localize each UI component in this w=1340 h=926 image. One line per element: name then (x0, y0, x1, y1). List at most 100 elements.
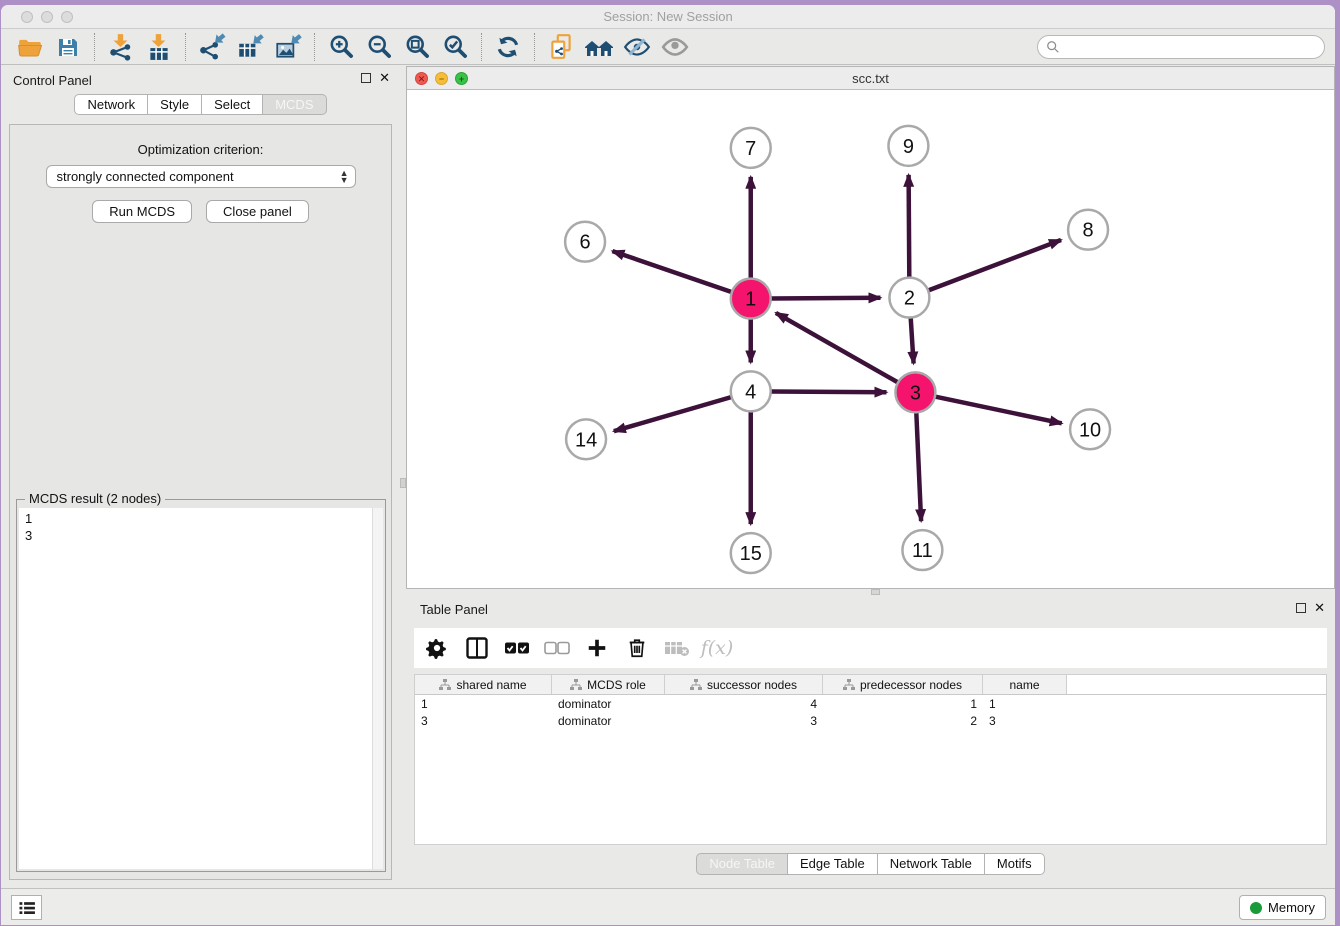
criterion-value: strongly connected component (57, 169, 340, 184)
dropdown-stepper-icon: ▲▼ (340, 170, 349, 184)
tab-style[interactable]: Style (148, 94, 202, 115)
search-field[interactable] (1037, 35, 1325, 59)
close-table-panel-icon[interactable]: ✕ (1314, 603, 1325, 613)
app-window: Session: New Session (1, 5, 1335, 925)
task-history-button[interactable] (11, 895, 42, 920)
mcds-result-text: 1 3 (25, 510, 32, 544)
settings-gear-icon[interactable] (424, 635, 450, 661)
graph-node-label-3: 3 (910, 382, 921, 404)
graph-edge-4-14[interactable] (614, 397, 732, 431)
column-label: predecessor nodes (860, 678, 962, 692)
show-view-icon[interactable] (659, 32, 691, 62)
graph-node-label-2: 2 (904, 288, 915, 310)
graph-node-label-10: 10 (1079, 419, 1101, 441)
tab-node-table[interactable]: Node Table (696, 853, 788, 875)
delete-table-icon[interactable] (664, 635, 690, 661)
home-icon[interactable] (583, 32, 615, 62)
attribute-icon (570, 679, 582, 691)
attribute-icon (439, 679, 451, 691)
column-header-successor-nodes[interactable]: successor nodes (665, 675, 823, 694)
tab-mcds[interactable]: MCDS (263, 94, 326, 115)
graph-edge-2-3[interactable] (911, 318, 914, 364)
toolbar-separator (314, 33, 315, 61)
mcds-result-area[interactable]: 1 3 (19, 508, 383, 869)
table-header-row: shared name MCDS role successor nodes (415, 675, 1326, 695)
column-label: name (1009, 678, 1039, 692)
toolbar-separator (185, 33, 186, 61)
run-mcds-button[interactable]: Run MCDS (92, 200, 192, 223)
refresh-icon[interactable] (492, 32, 524, 62)
search-input[interactable] (1060, 38, 1324, 56)
graph-node-label-1: 1 (745, 289, 756, 311)
column-label: successor nodes (707, 678, 797, 692)
graph-node-label-7: 7 (745, 138, 756, 160)
graph-edge-4-3[interactable] (771, 392, 887, 393)
deselect-all-icon[interactable] (544, 635, 570, 661)
function-builder-icon[interactable]: f(x) (704, 635, 730, 661)
delete-column-icon[interactable] (624, 635, 650, 661)
export-table-icon[interactable] (234, 32, 266, 62)
cell-predecessor-nodes: 1 (823, 697, 983, 711)
network-canvas[interactable]: 7968124314101511 (407, 90, 1334, 588)
graph-node-label-8: 8 (1083, 220, 1094, 242)
zoom-selected-icon[interactable] (439, 32, 471, 62)
tab-network-table[interactable]: Network Table (878, 853, 985, 875)
graph-node-label-4: 4 (745, 381, 756, 403)
node-table[interactable]: shared name MCDS role successor nodes (414, 674, 1327, 845)
float-table-panel-icon[interactable] (1296, 603, 1306, 613)
criterion-dropdown[interactable]: strongly connected component ▲▼ (46, 165, 356, 188)
memory-label: Memory (1268, 900, 1315, 915)
canvas-resize-handle[interactable] (871, 589, 880, 595)
columns-icon[interactable] (464, 635, 490, 661)
graph-edge-3-11[interactable] (916, 412, 921, 521)
graph-edge-2-8[interactable] (928, 240, 1061, 290)
hide-view-icon[interactable] (621, 32, 653, 62)
table-tabs: Node Table Edge Table Network Table Moti… (406, 853, 1335, 875)
graph-edge-3-1[interactable] (776, 313, 898, 383)
close-panel-button[interactable]: Close panel (206, 200, 309, 223)
column-header-predecessor-nodes[interactable]: predecessor nodes (823, 675, 983, 694)
export-network-icon[interactable] (196, 32, 228, 62)
graph-edge-1-2[interactable] (771, 298, 881, 299)
network-canvas-svg: 7968124314101511 (407, 90, 1334, 588)
float-panel-icon[interactable] (361, 73, 371, 83)
clone-network-icon[interactable] (545, 32, 577, 62)
open-folder-icon[interactable] (14, 32, 46, 62)
toolbar-separator (534, 33, 535, 61)
export-image-icon[interactable] (272, 32, 304, 62)
add-column-icon[interactable] (584, 635, 610, 661)
mcds-panel: Optimization criterion: strongly connect… (9, 124, 392, 880)
session-title: Session: New Session (1, 9, 1335, 24)
table-row[interactable]: 1 dominator 4 1 1 (415, 695, 1326, 712)
mcds-result-title: MCDS result (2 nodes) (25, 491, 165, 506)
save-icon[interactable] (52, 32, 84, 62)
import-network-icon[interactable] (105, 32, 137, 62)
import-table-icon[interactable] (143, 32, 175, 62)
tab-network[interactable]: Network (74, 94, 148, 115)
main-toolbar (1, 29, 1335, 65)
graph-edge-1-6[interactable] (612, 251, 731, 292)
graph-edge-3-10[interactable] (935, 397, 1062, 424)
zoom-in-icon[interactable] (325, 32, 357, 62)
control-panel: Control Panel ✕ Network Style Select MCD… (1, 66, 400, 888)
network-title: scc.txt (407, 71, 1334, 86)
graph-edge-2-9[interactable] (909, 175, 910, 278)
column-header-mcds-role[interactable]: MCDS role (552, 675, 665, 694)
toolbar-separator (94, 33, 95, 61)
result-scrollbar[interactable] (372, 508, 383, 869)
close-panel-icon[interactable]: ✕ (379, 73, 390, 83)
memory-button[interactable]: Memory (1239, 895, 1326, 920)
column-header-name[interactable]: name (983, 675, 1067, 694)
tab-motifs[interactable]: Motifs (985, 853, 1045, 875)
tab-select[interactable]: Select (202, 94, 263, 115)
list-icon (17, 899, 37, 917)
zoom-fit-icon[interactable] (401, 32, 433, 62)
select-all-icon[interactable] (504, 635, 530, 661)
zoom-out-icon[interactable] (363, 32, 395, 62)
cell-mcds-role: dominator (552, 714, 665, 728)
tab-edge-table[interactable]: Edge Table (788, 853, 878, 875)
attribute-icon (690, 679, 702, 691)
cell-mcds-role: dominator (552, 697, 665, 711)
table-row[interactable]: 3 dominator 3 2 3 (415, 712, 1326, 729)
column-header-shared-name[interactable]: shared name (415, 675, 552, 694)
